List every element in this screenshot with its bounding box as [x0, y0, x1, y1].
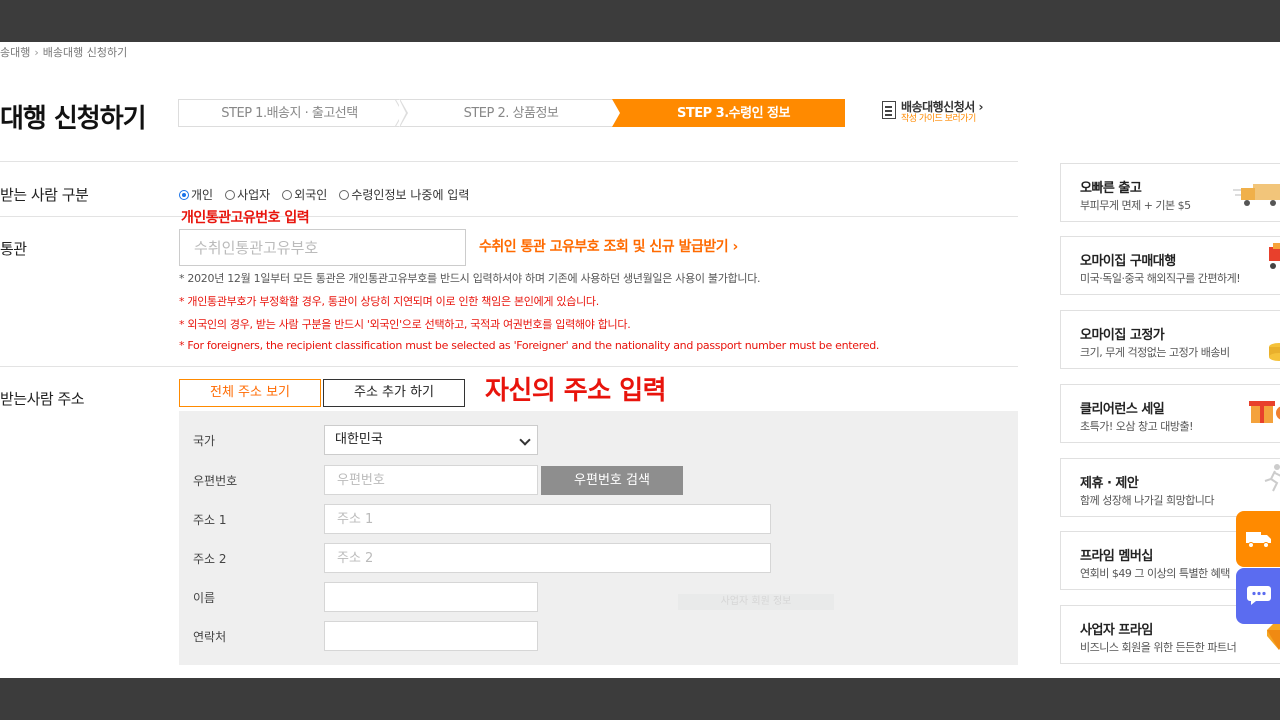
- page-title: 대행 신청하기: [0, 104, 147, 134]
- country-select[interactable]: 대한민국: [324, 425, 538, 455]
- view-all-address-button[interactable]: 전체 주소 보기: [179, 379, 321, 407]
- document-icon: [882, 101, 896, 119]
- top-bar: [0, 0, 1280, 42]
- card-desc: 미국·독일·중국 해외직구를 간편하게!: [1080, 272, 1241, 285]
- address-label: 받는사람 주소: [0, 390, 85, 408]
- card-title: 클리어런스 세일: [1080, 402, 1165, 417]
- step-2-label: STEP 2. 상품정보: [463, 106, 559, 121]
- breadcrumb-item[interactable]: 배송대행 신청하기: [43, 46, 127, 59]
- chat-icon: [1247, 586, 1271, 605]
- divider: [0, 366, 1018, 367]
- card-title: 사업자 프라임: [1080, 623, 1153, 638]
- radio-circle[interactable]: [225, 189, 236, 200]
- radio-label: 수령인정보 나중에 입력: [351, 188, 470, 202]
- card-title: 제휴 · 제안: [1080, 476, 1139, 491]
- radio-circle[interactable]: [179, 189, 189, 200]
- breadcrumb-item[interactable]: 송대행: [0, 46, 30, 59]
- radio-individual[interactable]: 개인: [179, 186, 213, 203]
- address1-input[interactable]: [324, 504, 771, 534]
- delivery-float-button[interactable]: [1236, 511, 1280, 567]
- customs-note-warning: * For foreigners, the recipient classifi…: [179, 339, 880, 352]
- zip-search-button[interactable]: 우편번호 검색: [541, 466, 683, 495]
- breadcrumb-separator: ›: [34, 46, 39, 59]
- gift-icon: [1249, 401, 1280, 423]
- step-1: STEP 1.배송지 · 출고선택: [178, 99, 408, 127]
- step-3-label: STEP 3.수령인 정보: [677, 106, 790, 121]
- bottom-bar: [0, 678, 1280, 720]
- card-title: 오빠른 출고: [1080, 181, 1142, 196]
- step-1-label: STEP 1.배송지 · 출고선택: [221, 106, 358, 121]
- radio-foreigner[interactable]: 외국인: [282, 186, 327, 203]
- sidebar-card-clearance[interactable]: 클리어런스 세일 초특가! 오삼 창고 대방출!: [1060, 384, 1280, 443]
- step-3-notch: [612, 99, 630, 127]
- radio-circle[interactable]: [339, 189, 350, 200]
- sidebar-card-fast-shipping[interactable]: 오빠른 출고 부피무게 면제 + 기본 $5: [1060, 163, 1280, 222]
- step-3-active: STEP 3.수령인 정보: [622, 99, 845, 127]
- step-progress: STEP 1.배송지 · 출고선택 STEP 2. 상품정보 STEP 3.수령…: [178, 99, 845, 127]
- address2-input[interactable]: [324, 543, 771, 573]
- card-desc: 크기, 무게 걱정없는 고정가 배송비: [1080, 346, 1230, 359]
- guide-subtitle: 작성 가이드 보러가기: [901, 114, 976, 124]
- radio-label: 사업자: [237, 188, 271, 202]
- card-desc: 초특가! 오삼 창고 대방출!: [1080, 420, 1194, 433]
- divider: [0, 161, 1018, 162]
- zip-label: 우편번호: [193, 474, 238, 488]
- add-address-button[interactable]: 주소 추가 하기: [323, 379, 465, 407]
- step-2: STEP 2. 상품정보: [400, 99, 622, 127]
- sidebar-card-fixed-price[interactable]: 오마이집 고정가 크기, 무게 걱정없는 고정가 배송비: [1060, 310, 1280, 369]
- customs-label: 통관: [0, 240, 27, 258]
- card-title: 오마이집 구매대행: [1080, 254, 1176, 269]
- sidebar-card-partnership[interactable]: 제휴 · 제안 함께 성장해 나가길 희망합니다: [1060, 458, 1280, 517]
- card-desc: 비즈니스 회원을 위한 든든한 파트너: [1080, 641, 1237, 654]
- address1-label: 주소 1: [193, 513, 227, 527]
- card-title: 오마이집 고정가: [1080, 328, 1165, 343]
- name-input[interactable]: [324, 582, 538, 612]
- truck-icon: [1233, 184, 1280, 206]
- zip-input[interactable]: [324, 465, 538, 495]
- address2-label: 주소 2: [193, 552, 227, 566]
- cart-icon: [1269, 243, 1280, 269]
- country-value: 대한민국: [335, 432, 383, 447]
- breadcrumb: 송대행 › 배송대행 신청하기: [0, 44, 127, 60]
- customs-annotation: 개인통관고유번호 입력: [181, 210, 310, 226]
- runner-icon: [1264, 464, 1280, 492]
- radio-label: 개인: [191, 188, 214, 202]
- customs-note-warning: * 개인통관부호가 부정확할 경우, 통관이 상당히 지연되며 이로 인한 책임…: [179, 295, 599, 308]
- coins-icon: [1269, 343, 1280, 361]
- customs-code-lookup-link[interactable]: 수취인 통관 고유부호 조회 및 신규 발급받기 ›: [479, 236, 738, 256]
- recipient-type-radios: 개인 사업자 외국인 수령인정보 나중에 입력: [179, 186, 481, 203]
- address-annotation: 자신의 주소 입력: [485, 376, 667, 406]
- address-form-panel: [179, 411, 1018, 665]
- card-desc: 연회비 $49 그 이상의 특별한 혜택: [1080, 567, 1230, 580]
- recipient-type-label: 받는 사람 구분: [0, 186, 89, 204]
- radio-circle[interactable]: [282, 189, 293, 200]
- chevron-down-icon: [519, 434, 531, 446]
- radio-later[interactable]: 수령인정보 나중에 입력: [339, 186, 469, 203]
- card-desc: 부피무게 면제 + 기본 $5: [1080, 199, 1191, 212]
- card-desc: 함께 성장해 나가길 희망합니다: [1080, 494, 1215, 507]
- step-arrow-inner: [399, 99, 406, 127]
- divider: [0, 216, 1018, 217]
- customs-note-warning: * 외국인의 경우, 받는 사람 구분을 반드시 '외국인'으로 선택하고, 국…: [179, 318, 631, 331]
- chat-float-button[interactable]: [1236, 568, 1280, 624]
- phone-input[interactable]: [324, 621, 538, 651]
- radio-business[interactable]: 사업자: [225, 186, 270, 203]
- truck-icon: [1246, 532, 1271, 548]
- customs-code-input[interactable]: [179, 229, 466, 266]
- business-info-button[interactable]: 사업자 회원 정보: [678, 594, 834, 610]
- radio-label: 외국인: [294, 188, 328, 202]
- customs-note: * 2020년 12월 1일부터 모든 통관은 개인통관고유부호를 반드시 입력…: [179, 272, 761, 285]
- diamond-icon: [1267, 622, 1280, 650]
- card-title: 프라임 멤버십: [1080, 549, 1153, 564]
- sidebar-card-purchase-agent[interactable]: 오마이집 구매대행 미국·독일·중국 해외직구를 간편하게!: [1060, 236, 1280, 295]
- country-label: 국가: [193, 434, 216, 448]
- phone-label: 연락처: [193, 630, 227, 644]
- name-label: 이름: [193, 591, 216, 605]
